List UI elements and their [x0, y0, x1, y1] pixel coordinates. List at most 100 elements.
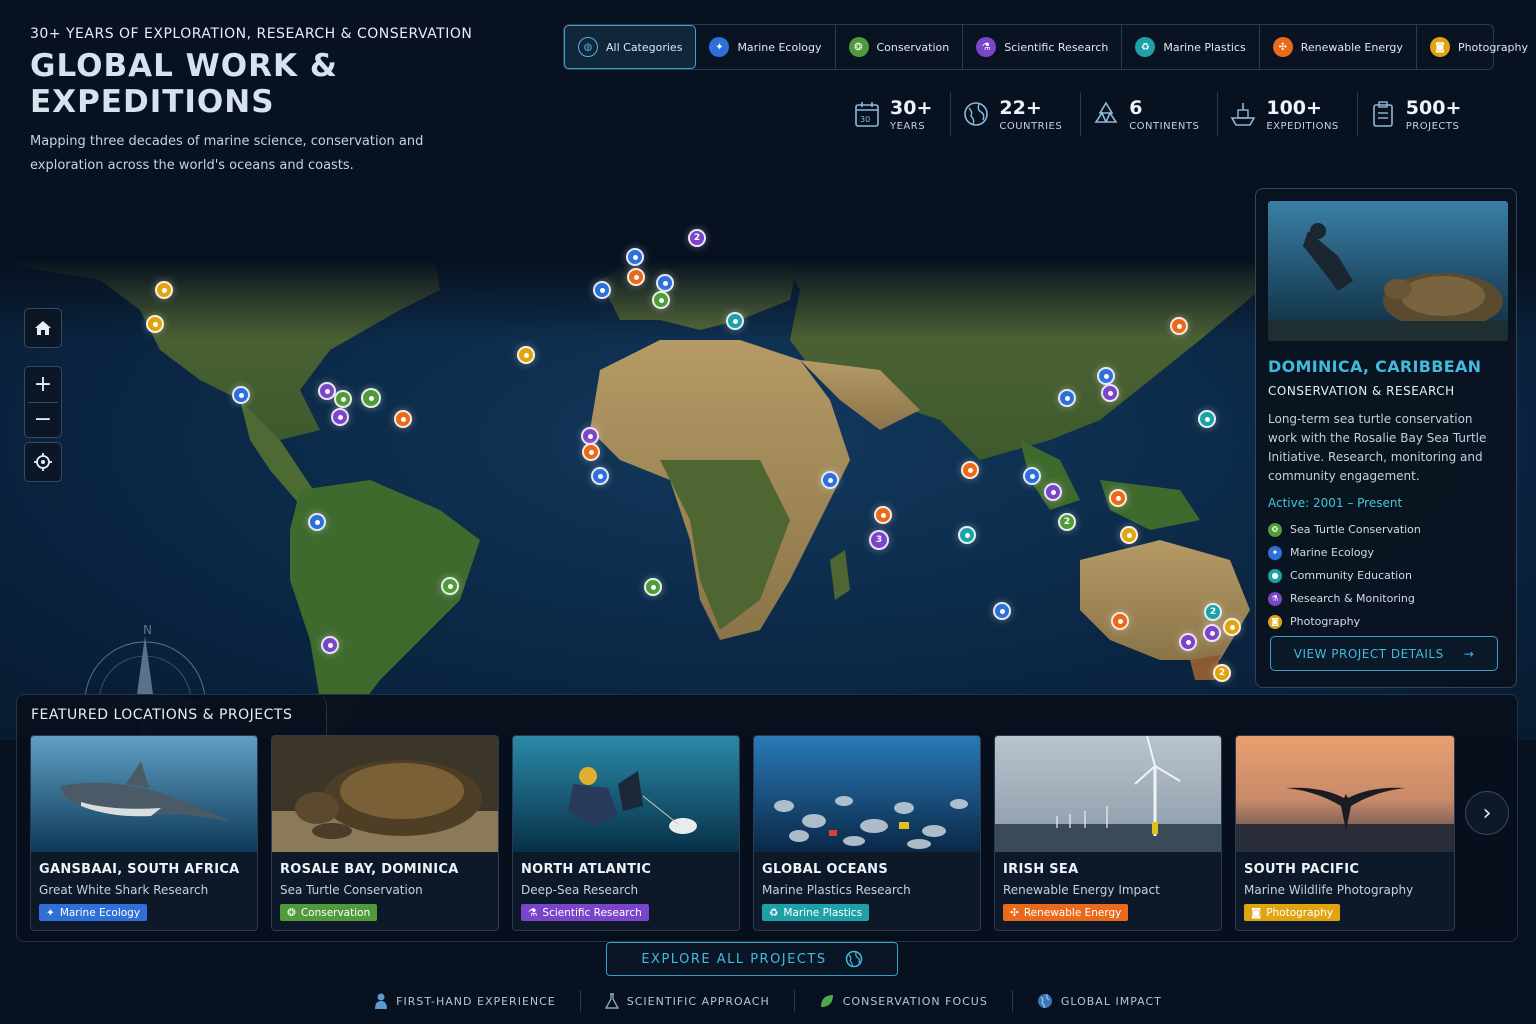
home-icon: [35, 321, 51, 335]
map-pin-marine-ecology[interactable]: [593, 281, 611, 299]
card-category-badge: ⚗ Scientific Research: [521, 904, 649, 921]
footer-label: GLOBAL IMPACT: [1060, 994, 1162, 1008]
locate-button[interactable]: [24, 442, 62, 482]
globe-icon: [1037, 993, 1052, 1009]
featured-card[interactable]: ROSALE BAY, DOMINICA Sea Turtle Conserva…: [271, 735, 499, 931]
map-pin-photography[interactable]: [1223, 618, 1241, 636]
card-description: Marine Plastics Research: [762, 883, 911, 897]
featured-card[interactable]: NORTH ATLANTIC Deep-Sea Research ⚗ Scient…: [512, 735, 740, 931]
map-pin-plastics[interactable]: [1198, 410, 1216, 428]
map-pin-marine-ecology[interactable]: [232, 386, 250, 404]
map-pin-renewable[interactable]: [627, 268, 645, 286]
filter-label: Photography: [1457, 40, 1529, 54]
map-pin-renewable[interactable]: [961, 461, 979, 479]
map-cluster-pin[interactable]: 2: [1204, 603, 1222, 621]
stat-expeditions: 100+ EXPEDITIONS: [1218, 92, 1358, 136]
home-button[interactable]: [24, 308, 62, 348]
wind-icon: ✣: [1272, 37, 1293, 57]
map-pin-marine-ecology[interactable]: [656, 274, 674, 292]
tag-item: ◙ Photography: [1268, 610, 1504, 633]
map-pin-marine-ecology[interactable]: [1023, 467, 1041, 485]
filter-scientific-research[interactable]: ⚗ Scientific Research: [963, 25, 1123, 69]
map-cluster-pin[interactable]: 3: [869, 530, 889, 550]
flask-icon: ⚗: [1268, 591, 1282, 606]
filter-label: Marine Ecology: [737, 40, 822, 54]
map-pin-marine-ecology[interactable]: [1097, 367, 1115, 385]
camera-icon: ◙: [1251, 906, 1262, 919]
filter-conservation[interactable]: ❂ Conservation: [836, 25, 964, 69]
map-pin-marine-ecology[interactable]: [308, 513, 326, 531]
map-cluster-pin[interactable]: 2: [688, 229, 706, 247]
stat-label: EXPEDITIONS: [1266, 120, 1339, 132]
stat-continents: 6 CONTINENTS: [1081, 92, 1219, 136]
footer-label: FIRST-HAND EXPERIENCE: [396, 994, 556, 1008]
badge-label: Scientific Research: [542, 906, 642, 919]
map-pin-renewable[interactable]: [1170, 317, 1188, 335]
featured-card[interactable]: SOUTH PACIFIC Marine Wildlife Photograph…: [1235, 735, 1455, 931]
map-pin-photography[interactable]: [1120, 526, 1138, 544]
tag-item: ❂ Sea Turtle Conservation: [1268, 518, 1504, 541]
card-photo-diver: [513, 736, 739, 852]
map-pin-plastics[interactable]: [958, 526, 976, 544]
location-detail-panel: DOMINICA, CARIBBEAN CONSERVATION & RESEA…: [1255, 188, 1517, 688]
carousel-next-button[interactable]: ›: [1465, 791, 1509, 835]
map-pin-renewable[interactable]: [1111, 612, 1129, 630]
map-pin-marine-ecology[interactable]: [591, 467, 609, 485]
map-pin-conservation[interactable]: [441, 577, 459, 595]
featured-card[interactable]: IRISH SEA Renewable Energy Impact ✣ Renew…: [994, 735, 1222, 931]
stat-label: PROJECTS: [1405, 120, 1460, 132]
header-eyebrow: 30+ YEARS OF EXPLORATION, RESEARCH & CON…: [30, 26, 473, 42]
arrow-right-icon: →: [1463, 646, 1475, 661]
filter-marine-ecology[interactable]: ✦ Marine Ecology: [696, 25, 836, 69]
map-pin-conservation[interactable]: [644, 578, 662, 596]
tag-item: ⚗ Research & Monitoring: [1268, 587, 1504, 610]
filter-marine-plastics[interactable]: ♻ Marine Plastics: [1122, 25, 1260, 69]
stat-number: 30+: [890, 96, 933, 119]
section-title: FEATURED LOCATIONS & PROJECTS: [31, 707, 293, 723]
map-pin-renewable[interactable]: [582, 443, 600, 461]
zoom-in-button[interactable]: +: [24, 368, 62, 402]
map-pin-research[interactable]: [1179, 633, 1197, 651]
map-pin-conservation[interactable]: [334, 390, 352, 408]
map-pin-photography[interactable]: [155, 281, 173, 299]
filter-renewable-energy[interactable]: ✣ Renewable Energy: [1260, 25, 1417, 69]
filter-all-categories[interactable]: ◍ All Categories: [564, 25, 697, 69]
map-pin-photography[interactable]: [146, 315, 164, 333]
tag-item: ● Community Education: [1268, 564, 1504, 587]
zoom-controls: + −: [24, 366, 62, 438]
map-pin-renewable[interactable]: [394, 410, 412, 428]
page-header: 30+ YEARS OF EXPLORATION, RESEARCH & CON…: [30, 26, 530, 178]
featured-card[interactable]: GANSBAAI, SOUTH AFRICA Great White Shark…: [30, 735, 258, 931]
footer-label: CONSERVATION FOCUS: [842, 994, 988, 1008]
filter-photography[interactable]: ◙ Photography: [1417, 25, 1536, 69]
map-pin-research[interactable]: [321, 636, 339, 654]
stat-projects: 500+ PROJECTS: [1358, 92, 1480, 136]
tag-label: Photography: [1290, 615, 1361, 628]
button-label: VIEW PROJECT DETAILS: [1293, 646, 1444, 661]
featured-card[interactable]: GLOBAL OCEANS Marine Plastics Research ♻…: [753, 735, 981, 931]
map-pin-renewable[interactable]: [1109, 489, 1127, 507]
card-category-badge: ◙ Photography: [1244, 904, 1341, 921]
map-cluster-pin[interactable]: 2: [1213, 664, 1231, 682]
map-pin-photography[interactable]: [517, 346, 535, 364]
map-pin-research[interactable]: [1203, 624, 1221, 642]
map-pin-research[interactable]: [1101, 384, 1119, 402]
map-pin-conservation[interactable]: [652, 291, 670, 309]
map-pin-research[interactable]: [1044, 483, 1062, 501]
card-photo-turtle: [272, 736, 498, 852]
map-pin-marine-ecology[interactable]: [626, 248, 644, 266]
map-pin-marine-ecology[interactable]: [993, 602, 1011, 620]
map-pin-marine-ecology[interactable]: [1058, 389, 1076, 407]
tag-label: Community Education: [1290, 569, 1412, 582]
map-cluster-pin[interactable]: 2: [1058, 513, 1076, 531]
map-pin-plastics[interactable]: [726, 312, 744, 330]
filter-label: Scientific Research: [1004, 40, 1109, 54]
explore-all-projects-button[interactable]: EXPLORE ALL PROJECTS: [606, 942, 898, 976]
map-pin-conservation-selected[interactable]: [361, 388, 381, 408]
crosshair-icon: [34, 453, 52, 471]
zoom-out-button[interactable]: −: [24, 403, 62, 437]
view-project-details-button[interactable]: VIEW PROJECT DETAILS →: [1270, 636, 1498, 671]
map-pin-renewable[interactable]: [874, 506, 892, 524]
map-pin-marine-ecology[interactable]: [821, 471, 839, 489]
map-pin-research[interactable]: [331, 408, 349, 426]
